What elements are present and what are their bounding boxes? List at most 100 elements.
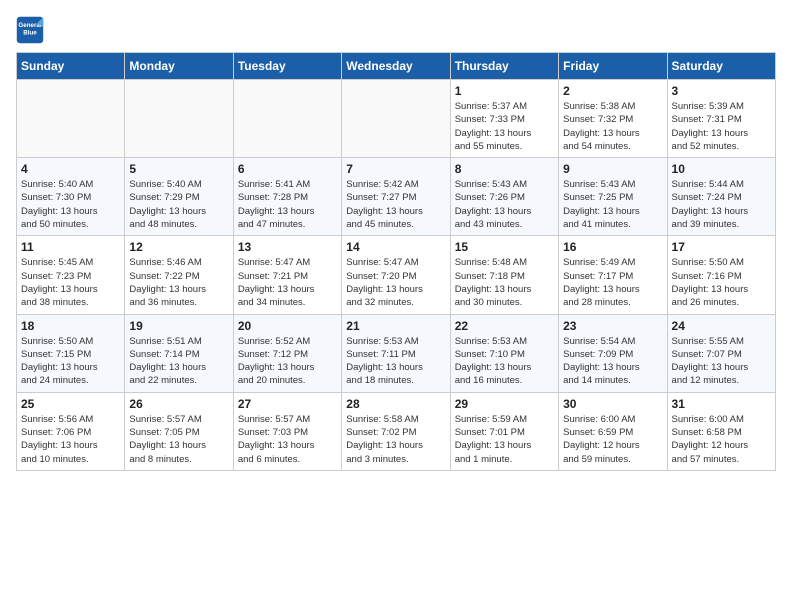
logo: General Blue: [16, 16, 46, 44]
day-info: Sunrise: 5:51 AM Sunset: 7:14 PM Dayligh…: [129, 335, 228, 388]
calendar-cell: 15 Sunrise: 5:48 AM Sunset: 7:18 PM Dayli…: [450, 236, 558, 314]
calendar-cell: 26 Sunrise: 5:57 AM Sunset: 7:05 PM Dayli…: [125, 392, 233, 470]
calendar-cell: 1Sunrise: 5:37 AM Sunset: 7:33 PM Daylig…: [450, 80, 558, 158]
day-info: Sunrise: 5:38 AM Sunset: 7:32 PM Dayligh…: [563, 100, 662, 153]
calendar-cell: 14 Sunrise: 5:47 AM Sunset: 7:20 PM Dayli…: [342, 236, 450, 314]
day-number: 19: [129, 319, 228, 333]
calendar-cell: 10Sunrise: 5:44 AM Sunset: 7:24 PM Dayli…: [667, 158, 775, 236]
day-info: Sunrise: 5:47 AM Sunset: 7:21 PM Dayligh…: [238, 256, 337, 309]
day-info: Sunrise: 5:50 AM Sunset: 7:16 PM Dayligh…: [672, 256, 771, 309]
day-number: 12: [129, 240, 228, 254]
day-info: Sunrise: 5:50 AM Sunset: 7:15 PM Dayligh…: [21, 335, 120, 388]
calendar-cell: 4 Sunrise: 5:40 AM Sunset: 7:30 PM Daylig…: [17, 158, 125, 236]
calendar-cell: 7Sunrise: 5:42 AM Sunset: 7:27 PM Daylig…: [342, 158, 450, 236]
col-header-thursday: Thursday: [450, 53, 558, 80]
calendar-cell: 8 Sunrise: 5:43 AM Sunset: 7:26 PM Daylig…: [450, 158, 558, 236]
day-number: 26: [129, 397, 228, 411]
day-info: Sunrise: 5:40 AM Sunset: 7:29 PM Dayligh…: [129, 178, 228, 231]
col-header-tuesday: Tuesday: [233, 53, 341, 80]
logo-icon: General Blue: [16, 16, 44, 44]
day-info: Sunrise: 6:00 AM Sunset: 6:59 PM Dayligh…: [563, 413, 662, 466]
day-number: 30: [563, 397, 662, 411]
day-info: Sunrise: 5:56 AM Sunset: 7:06 PM Dayligh…: [21, 413, 120, 466]
calendar-week-3: 11 Sunrise: 5:45 AM Sunset: 7:23 PM Dayli…: [17, 236, 776, 314]
svg-text:Blue: Blue: [23, 30, 37, 37]
calendar-week-1: 1Sunrise: 5:37 AM Sunset: 7:33 PM Daylig…: [17, 80, 776, 158]
day-info: Sunrise: 5:55 AM Sunset: 7:07 PM Dayligh…: [672, 335, 771, 388]
col-header-wednesday: Wednesday: [342, 53, 450, 80]
calendar-cell: 6 Sunrise: 5:41 AM Sunset: 7:28 PM Daylig…: [233, 158, 341, 236]
calendar-week-2: 4 Sunrise: 5:40 AM Sunset: 7:30 PM Daylig…: [17, 158, 776, 236]
day-number: 23: [563, 319, 662, 333]
day-number: 5: [129, 162, 228, 176]
day-number: 11: [21, 240, 120, 254]
day-number: 7: [346, 162, 445, 176]
calendar-header: SundayMondayTuesdayWednesdayThursdayFrid…: [17, 53, 776, 80]
day-number: 27: [238, 397, 337, 411]
day-info: Sunrise: 5:47 AM Sunset: 7:20 PM Dayligh…: [346, 256, 445, 309]
day-number: 31: [672, 397, 771, 411]
col-header-friday: Friday: [559, 53, 667, 80]
calendar-cell: 23 Sunrise: 5:54 AM Sunset: 7:09 PM Dayli…: [559, 314, 667, 392]
day-number: 17: [672, 240, 771, 254]
col-header-monday: Monday: [125, 53, 233, 80]
day-info: Sunrise: 5:58 AM Sunset: 7:02 PM Dayligh…: [346, 413, 445, 466]
calendar-week-5: 25 Sunrise: 5:56 AM Sunset: 7:06 PM Dayli…: [17, 392, 776, 470]
day-info: Sunrise: 5:43 AM Sunset: 7:25 PM Dayligh…: [563, 178, 662, 231]
day-number: 9: [563, 162, 662, 176]
day-info: Sunrise: 5:53 AM Sunset: 7:10 PM Dayligh…: [455, 335, 554, 388]
day-number: 25: [21, 397, 120, 411]
day-number: 16: [563, 240, 662, 254]
calendar-cell: [233, 80, 341, 158]
day-info: Sunrise: 5:46 AM Sunset: 7:22 PM Dayligh…: [129, 256, 228, 309]
day-info: Sunrise: 5:57 AM Sunset: 7:05 PM Dayligh…: [129, 413, 228, 466]
day-number: 29: [455, 397, 554, 411]
calendar-cell: 30 Sunrise: 6:00 AM Sunset: 6:59 PM Dayli…: [559, 392, 667, 470]
day-info: Sunrise: 5:43 AM Sunset: 7:26 PM Dayligh…: [455, 178, 554, 231]
day-info: Sunrise: 5:40 AM Sunset: 7:30 PM Dayligh…: [21, 178, 120, 231]
day-number: 20: [238, 319, 337, 333]
calendar-cell: 19 Sunrise: 5:51 AM Sunset: 7:14 PM Dayli…: [125, 314, 233, 392]
day-info: Sunrise: 5:39 AM Sunset: 7:31 PM Dayligh…: [672, 100, 771, 153]
day-number: 24: [672, 319, 771, 333]
calendar-cell: 16Sunrise: 5:49 AM Sunset: 7:17 PM Dayli…: [559, 236, 667, 314]
col-header-sunday: Sunday: [17, 53, 125, 80]
calendar-cell: 17 Sunrise: 5:50 AM Sunset: 7:16 PM Dayli…: [667, 236, 775, 314]
svg-text:General: General: [18, 22, 41, 29]
col-header-saturday: Saturday: [667, 53, 775, 80]
day-info: Sunrise: 5:45 AM Sunset: 7:23 PM Dayligh…: [21, 256, 120, 309]
page-header: General Blue: [16, 16, 776, 44]
calendar-cell: 20 Sunrise: 5:52 AM Sunset: 7:12 PM Dayli…: [233, 314, 341, 392]
day-info: Sunrise: 6:00 AM Sunset: 6:58 PM Dayligh…: [672, 413, 771, 466]
calendar-cell: 11 Sunrise: 5:45 AM Sunset: 7:23 PM Dayli…: [17, 236, 125, 314]
calendar-cell: 3 Sunrise: 5:39 AM Sunset: 7:31 PM Daylig…: [667, 80, 775, 158]
day-number: 18: [21, 319, 120, 333]
day-number: 8: [455, 162, 554, 176]
day-info: Sunrise: 5:41 AM Sunset: 7:28 PM Dayligh…: [238, 178, 337, 231]
day-info: Sunrise: 5:57 AM Sunset: 7:03 PM Dayligh…: [238, 413, 337, 466]
day-number: 3: [672, 84, 771, 98]
calendar-cell: 13Sunrise: 5:47 AM Sunset: 7:21 PM Dayli…: [233, 236, 341, 314]
calendar-cell: [342, 80, 450, 158]
calendar-table: SundayMondayTuesdayWednesdayThursdayFrid…: [16, 52, 776, 471]
calendar-cell: 18 Sunrise: 5:50 AM Sunset: 7:15 PM Dayli…: [17, 314, 125, 392]
day-number: 14: [346, 240, 445, 254]
day-number: 6: [238, 162, 337, 176]
calendar-cell: 24 Sunrise: 5:55 AM Sunset: 7:07 PM Dayli…: [667, 314, 775, 392]
day-number: 1: [455, 84, 554, 98]
calendar-cell: 2Sunrise: 5:38 AM Sunset: 7:32 PM Daylig…: [559, 80, 667, 158]
calendar-cell: 25 Sunrise: 5:56 AM Sunset: 7:06 PM Dayli…: [17, 392, 125, 470]
day-number: 15: [455, 240, 554, 254]
day-info: Sunrise: 5:48 AM Sunset: 7:18 PM Dayligh…: [455, 256, 554, 309]
calendar-week-4: 18 Sunrise: 5:50 AM Sunset: 7:15 PM Dayli…: [17, 314, 776, 392]
day-info: Sunrise: 5:59 AM Sunset: 7:01 PM Dayligh…: [455, 413, 554, 466]
calendar-body: 1Sunrise: 5:37 AM Sunset: 7:33 PM Daylig…: [17, 80, 776, 471]
day-info: Sunrise: 5:44 AM Sunset: 7:24 PM Dayligh…: [672, 178, 771, 231]
day-info: Sunrise: 5:54 AM Sunset: 7:09 PM Dayligh…: [563, 335, 662, 388]
day-number: 21: [346, 319, 445, 333]
day-number: 28: [346, 397, 445, 411]
calendar-cell: [125, 80, 233, 158]
day-info: Sunrise: 5:52 AM Sunset: 7:12 PM Dayligh…: [238, 335, 337, 388]
day-number: 4: [21, 162, 120, 176]
calendar-cell: 27 Sunrise: 5:57 AM Sunset: 7:03 PM Dayli…: [233, 392, 341, 470]
